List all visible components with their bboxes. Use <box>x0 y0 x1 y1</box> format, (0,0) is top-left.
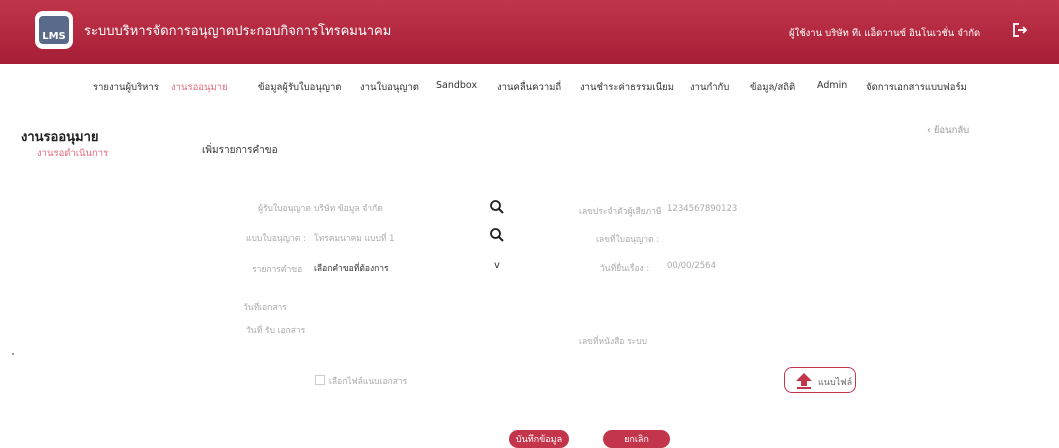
app-title: ระบบบริหารจัดการอนุญาตประกอบกิจการโทรคมน… <box>84 24 392 39</box>
attach-checkbox-label: เลือกไฟล์แนบเอกสาร <box>329 377 408 387</box>
nav-item-forms[interactable]: จัดการเอกสารแบบฟอร์ม <box>866 80 967 95</box>
tax-id-field[interactable]: 1234567890123 <box>667 204 737 214</box>
nav-item-statistics[interactable]: ข้อมูล/สถิติ <box>750 80 795 95</box>
back-label: ย้อนกลับ <box>933 125 970 136</box>
top-header: LMS ระบบบริหารจัดการอนุญาตประกอบกิจการโท… <box>0 0 1059 64</box>
upload-label: แนบไฟล์ <box>818 378 853 388</box>
back-link[interactable]: ‹ ย้อนกลับ <box>927 123 969 138</box>
nav-item-pending[interactable]: งานรออนุมาย <box>171 80 228 95</box>
nav-item-license-work[interactable]: งานใบอนุญาต <box>360 80 419 95</box>
scan-dot <box>12 353 14 355</box>
nav-item-fee-payment[interactable]: งานชำระค่าธรรมเนียม <box>580 80 674 95</box>
section-title: เพิ่มรายการคำขอ <box>202 145 278 156</box>
search-icon[interactable] <box>489 199 505 215</box>
page-title: งานรออนุมาย <box>21 130 99 145</box>
tax-id-label: เลขประจำตัวผู้เสียภาษี <box>579 207 662 217</box>
search-icon[interactable] <box>489 227 505 243</box>
dropdown-chevron-icon[interactable]: v <box>494 260 500 271</box>
licensee-field[interactable]: บริษัท ข้อมูล จำกัด <box>314 201 383 215</box>
request-type-label: รายการคำขอ <box>252 265 303 275</box>
doc-date-label: วันที่เอกสาร <box>243 303 287 313</box>
nav-item-licensee-info[interactable]: ข้อมูลผู้รับใบอนุญาต <box>258 80 341 95</box>
license-type-label: แบบใบอนุญาต : <box>246 234 306 244</box>
license-type-field[interactable]: โทรคมนาคม แบบที่ 1 <box>314 231 395 245</box>
license-no-label: เลขที่ใบอนุญาต : <box>596 235 660 245</box>
sub-breadcrumb[interactable]: งานรอดำเนินการ <box>37 146 108 161</box>
received-date-label: วันที่ รับ เอกสาร <box>246 326 306 336</box>
nav-item-sandbox[interactable]: Sandbox <box>436 80 477 91</box>
attach-checkbox[interactable] <box>315 375 325 385</box>
nav-item-frequency[interactable]: งานคลื่นความถี่ <box>497 80 561 95</box>
nav-item-regulation[interactable]: งานกำกับ <box>690 80 729 95</box>
lms-logo[interactable]: LMS <box>35 11 73 49</box>
licensee-label: ผู้รับใบอนุญาต <box>258 204 311 214</box>
logo-text: LMS <box>39 16 69 44</box>
logout-icon[interactable] <box>1012 22 1028 38</box>
submit-date-field[interactable]: 00/00/2564 <box>667 261 716 271</box>
save-button[interactable]: บันทึกข้อมูล <box>509 430 569 448</box>
upload-icon <box>796 373 812 389</box>
cancel-button[interactable]: ยกเลิก <box>603 430 670 448</box>
nav-item-admin[interactable]: Admin <box>817 80 847 91</box>
chevron-left-icon: ‹ <box>927 125 931 136</box>
page-no-label: เลขที่หนังสือ ระบบ <box>579 337 648 347</box>
upload-button[interactable]: แนบไฟล์ <box>784 367 856 393</box>
user-info: ผู้ใช้งาน บริษัท ทีเ แอ็ดวานซ์ อินโนเวชั… <box>789 28 981 39</box>
request-type-select[interactable]: เลือกคำขอที่ต้องการ <box>314 261 389 275</box>
main-nav: รายงานผู้บริหาร งานรออนุมาย ข้อมูลผู้รับ… <box>0 64 1059 106</box>
nav-item-executive-report[interactable]: รายงานผู้บริหาร <box>93 80 159 95</box>
submit-date-label: วันที่ยื่นเรื่อง : <box>600 264 650 274</box>
